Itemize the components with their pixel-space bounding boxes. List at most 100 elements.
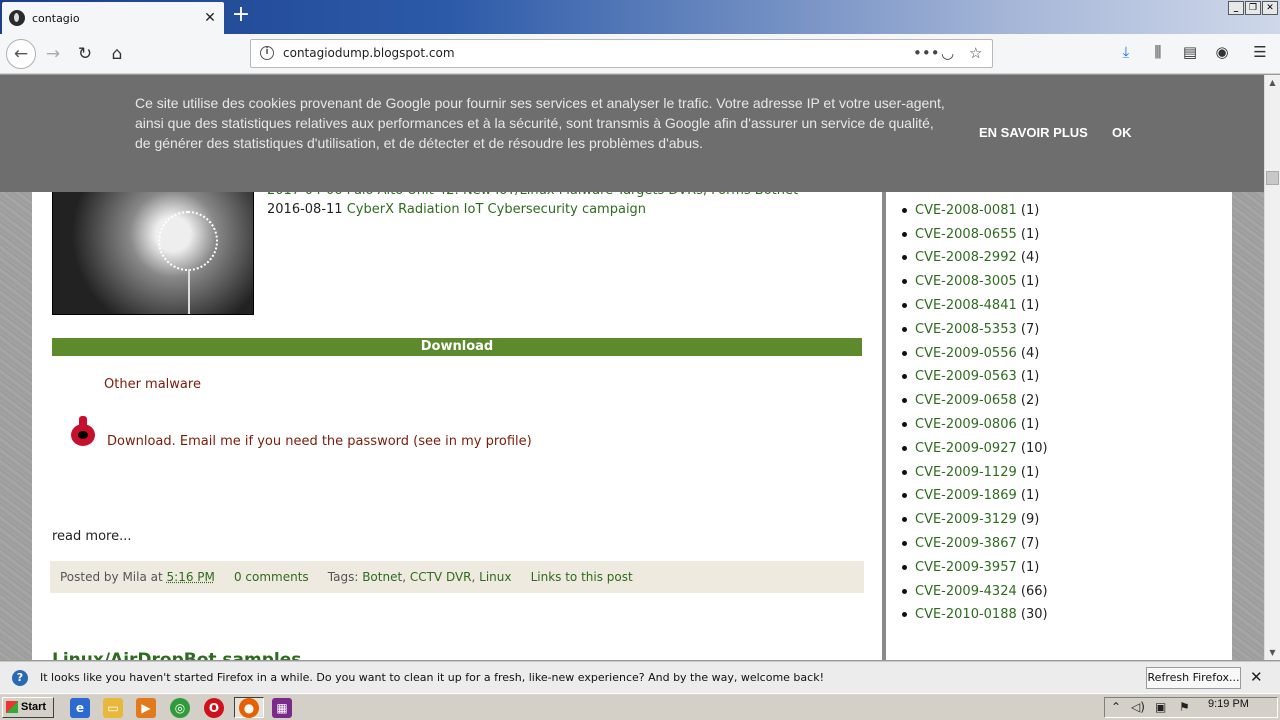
network-icon[interactable]: ▣ — [1155, 700, 1166, 714]
new-tab-plus-icon[interactable]: + — [230, 4, 252, 28]
links-to-post-link[interactable]: Links to this post — [531, 570, 633, 584]
contagio-favicon-icon — [9, 10, 25, 26]
cve-count: (1) — [1020, 464, 1040, 480]
cve-link[interactable]: CVE-2010-0188 — [915, 607, 1017, 622]
media-player-icon[interactable]: ▶ — [136, 698, 156, 718]
tab-close-icon[interactable]: ✕ — [200, 10, 220, 26]
cve-link[interactable]: CVE-2009-0556 — [915, 346, 1017, 361]
minimize-icon[interactable]: _ — [1228, 1, 1244, 15]
taskbar-clock: 9:19 PM — [1208, 698, 1249, 710]
cve-link[interactable]: CVE-2008-5353 — [915, 322, 1017, 337]
cve-count: (1) — [1020, 274, 1040, 290]
biohazard-bag-icon[interactable] — [70, 416, 96, 446]
cve-count: (7) — [1020, 321, 1040, 337]
navigation-bar: ← → ↻ ⌂ i contagiodump.blogspot.com ••• … — [0, 34, 1280, 74]
cve-link[interactable]: CVE-2009-4324 — [915, 584, 1017, 599]
post-time-link[interactable]: 5:16 PM — [167, 570, 215, 584]
back-arrow-icon[interactable]: ← — [6, 39, 36, 69]
cve-link[interactable]: CVE-2009-0658 — [915, 393, 1017, 408]
cve-list-item: CVE-2009-0927 (10) — [915, 437, 1048, 461]
cve-count: (4) — [1020, 250, 1040, 266]
cve-link[interactable]: CVE-2009-1869 — [915, 488, 1017, 503]
cve-list-item: CVE-2009-0806 (1) — [915, 413, 1048, 437]
scroll-down-icon[interactable]: ▼ — [1265, 645, 1280, 660]
cve-list-item: CVE-2009-4324 (66) — [915, 580, 1048, 604]
cve-count: (1) — [1020, 202, 1040, 218]
internet-explorer-icon[interactable]: e — [70, 698, 90, 718]
cve-count: (1) — [1020, 488, 1040, 504]
next-post-title[interactable]: Linux/AirDropBot samples — [52, 650, 301, 660]
tag-link-cctv-dvr[interactable]: CCTV DVR — [410, 570, 472, 584]
cve-list-item: CVE-2008-3005 (1) — [915, 270, 1048, 294]
sidebar-toggle-icon[interactable]: ▤ — [1180, 43, 1200, 63]
hamburger-menu-icon[interactable]: ☰ — [1250, 43, 1270, 63]
cve-link[interactable]: CVE-2008-4841 — [915, 298, 1017, 313]
cve-link[interactable]: CVE-2008-2992 — [915, 250, 1017, 265]
tray-expand-icon[interactable]: ⌃ — [1111, 700, 1121, 714]
tags-label: Tags: — [327, 570, 359, 584]
cookie-banner: Ce site utilise des cookies provenant de… — [0, 75, 1264, 192]
account-icon[interactable]: ◉ — [1212, 43, 1232, 63]
cookie-ok-button[interactable]: OK — [1112, 125, 1132, 140]
cve-link[interactable]: CVE-2009-3129 — [915, 512, 1017, 527]
window-close-icon[interactable]: ✕ — [1262, 1, 1278, 15]
tag-link-botnet[interactable]: Botnet — [362, 570, 402, 584]
download-email-link[interactable]: Download. Email me if you need the passw… — [107, 434, 532, 449]
chrome-icon[interactable]: ◎ — [170, 698, 190, 718]
cve-list-item: CVE-2009-3867 (7) — [915, 532, 1048, 556]
restore-icon[interactable]: ❐ — [1245, 1, 1261, 15]
library-icon[interactable]: ⫼ — [1148, 43, 1168, 63]
opera-icon[interactable]: O — [204, 698, 224, 718]
cve-link[interactable]: CVE-2009-3867 — [915, 536, 1017, 551]
cve-label-list: CVE-2007-5659 (5)CVE-2008-0081 (1)CVE-20… — [915, 175, 1048, 627]
scroll-thumb[interactable] — [1266, 171, 1279, 185]
refresh-firefox-button[interactable]: Refresh Firefox... — [1146, 667, 1241, 689]
archive-app-icon[interactable]: ▦ — [272, 698, 292, 718]
cve-link[interactable]: CVE-2008-0081 — [915, 203, 1017, 218]
cve-count: (2) — [1020, 393, 1040, 409]
cve-link[interactable]: CVE-2009-1129 — [915, 465, 1017, 480]
comments-link[interactable]: 0 comments — [234, 570, 309, 584]
cve-list-item: CVE-2009-1869 (1) — [915, 484, 1048, 508]
url-bar[interactable]: i contagiodump.blogspot.com ••• ◡ ☆ — [250, 39, 993, 68]
cve-list-item: CVE-2008-0081 (1) — [915, 199, 1048, 223]
cve-link[interactable]: CVE-2009-0563 — [915, 369, 1017, 384]
browser-tab[interactable]: contagio ✕ — [2, 2, 224, 34]
cve-link[interactable]: CVE-2009-0927 — [915, 441, 1017, 456]
cve-list-item: CVE-2008-5353 (7) — [915, 318, 1048, 342]
post-footer: Posted by Mila at 5:16 PM 0 comments Tag… — [50, 561, 864, 593]
reference-link-2[interactable]: CyberX Radiation IoT Cybersecurity campa… — [347, 202, 646, 217]
pocket-icon[interactable]: ◡ — [941, 44, 954, 62]
cve-count: (4) — [1020, 345, 1040, 361]
home-icon[interactable]: ⌂ — [104, 41, 130, 67]
flag-icon[interactable]: ⚑ — [1179, 700, 1190, 714]
start-button[interactable]: Start — [2, 697, 54, 718]
download-bar[interactable]: Download — [52, 338, 862, 356]
vertical-scrollbar[interactable]: ▲ ▼ — [1264, 75, 1280, 660]
anyrun-watermark: ANY RUN — [1040, 612, 1220, 654]
cve-link[interactable]: CVE-2009-3957 — [915, 560, 1017, 575]
cve-link[interactable]: CVE-2009-0806 — [915, 417, 1017, 432]
cve-list-item: CVE-2009-3129 (9) — [915, 508, 1048, 532]
post-reference-line-2: 2016-08-11 CyberX Radiation IoT Cybersec… — [267, 202, 646, 217]
cve-link[interactable]: CVE-2008-0655 — [915, 227, 1017, 242]
reload-icon[interactable]: ↻ — [72, 41, 98, 67]
site-info-icon[interactable]: i — [260, 46, 274, 60]
bookmark-star-icon[interactable]: ☆ — [969, 44, 982, 62]
download-arrow-icon[interactable]: ⤓ — [1116, 43, 1136, 63]
scroll-up-icon[interactable]: ▲ — [1265, 75, 1280, 90]
forward-arrow-icon[interactable]: → — [40, 41, 66, 67]
dandelion-puff — [158, 211, 218, 271]
notification-close-icon[interactable]: ✕ — [1250, 668, 1263, 686]
firefox-taskbar-button[interactable]: ● — [234, 697, 264, 718]
tag-link-linux[interactable]: Linux — [479, 570, 511, 584]
learn-more-button[interactable]: EN SAVOIR PLUS — [979, 125, 1088, 140]
cve-count: (1) — [1020, 416, 1040, 432]
cve-link[interactable]: CVE-2008-3005 — [915, 274, 1017, 289]
read-more-link[interactable]: read more... — [52, 529, 131, 544]
reference-date-2: 2016-08-11 — [267, 202, 343, 217]
volume-icon[interactable]: ◁) — [1131, 700, 1145, 714]
page-actions-icon[interactable]: ••• — [913, 44, 940, 62]
url-text[interactable]: contagiodump.blogspot.com — [283, 46, 455, 60]
file-explorer-icon[interactable]: ▭ — [103, 698, 123, 718]
